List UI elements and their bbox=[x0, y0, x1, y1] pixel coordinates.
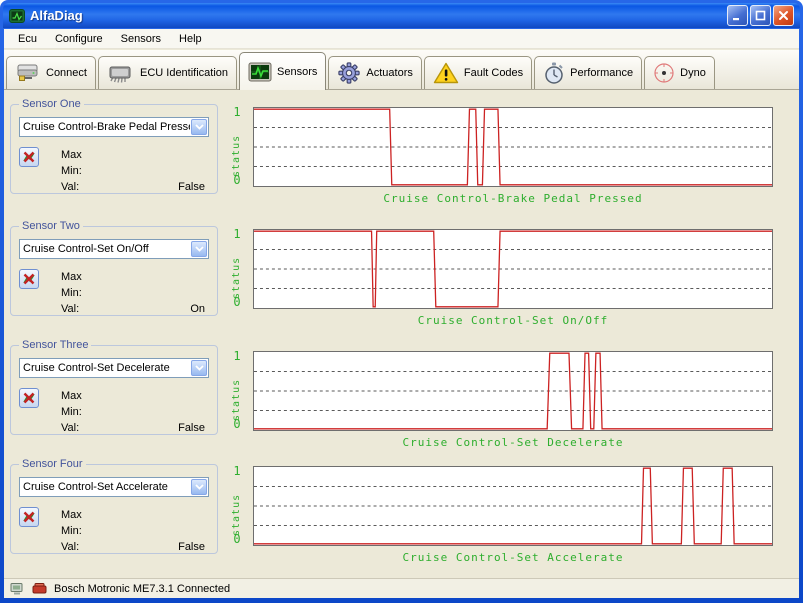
menu-help[interactable]: Help bbox=[171, 31, 210, 47]
gauge-icon bbox=[653, 62, 675, 84]
close-icon bbox=[778, 10, 789, 21]
maximize-button[interactable] bbox=[750, 5, 771, 26]
stopwatch-icon bbox=[543, 62, 565, 84]
oscilloscope-icon bbox=[248, 62, 272, 82]
chart-set-accelerate: 1 status 0 Cruise Control-Set Accelerate bbox=[4, 466, 799, 570]
toolbar: Connect ECU Identification Sensors Actua… bbox=[4, 50, 799, 90]
y-axis-label: status bbox=[231, 476, 242, 536]
status-text: Bosch Motronic ME7.3.1 Connected bbox=[54, 583, 230, 595]
main-content: Sensor One Cruise Control-Brake Pedal Pr… bbox=[4, 90, 799, 578]
tab-label: Dyno bbox=[680, 67, 706, 79]
minimize-icon bbox=[732, 10, 743, 21]
status-bar: Bosch Motronic ME7.3.1 Connected bbox=[4, 578, 799, 598]
connection-icon bbox=[10, 582, 26, 596]
menu-sensors[interactable]: Sensors bbox=[113, 31, 169, 47]
group-title: Sensor Three bbox=[19, 339, 91, 351]
menu-ecu[interactable]: Ecu bbox=[10, 31, 45, 47]
gear-icon bbox=[337, 62, 361, 84]
chart-title: Cruise Control-Set On/Off bbox=[253, 314, 773, 327]
warning-icon bbox=[433, 62, 459, 84]
tab-sensors[interactable]: Sensors bbox=[239, 52, 326, 90]
title-bar: AlfaDiag bbox=[3, 3, 800, 28]
tab-fault-codes[interactable]: Fault Codes bbox=[424, 56, 532, 89]
tab-actuators[interactable]: Actuators bbox=[328, 56, 421, 89]
drive-icon bbox=[15, 63, 41, 83]
app-window: AlfaDiag Ecu Configure Sensors Help bbox=[0, 0, 803, 603]
app-icon bbox=[9, 9, 25, 23]
y-tick-bottom: 0 bbox=[228, 173, 246, 187]
app-body: Ecu Configure Sensors Help Connect ECU I… bbox=[4, 29, 799, 598]
maximize-icon bbox=[755, 10, 766, 21]
tab-connect[interactable]: Connect bbox=[6, 56, 96, 89]
tab-label: Fault Codes bbox=[464, 67, 523, 79]
chart-plot-area bbox=[253, 351, 773, 431]
chart-plot-area bbox=[253, 107, 773, 187]
chart-plot-area bbox=[253, 466, 773, 546]
y-tick-bottom: 0 bbox=[228, 532, 246, 546]
tab-label: Actuators bbox=[366, 67, 412, 79]
tab-label: Connect bbox=[46, 67, 87, 79]
y-axis-label: status bbox=[231, 361, 242, 421]
minimize-button[interactable] bbox=[727, 5, 748, 26]
tab-dyno[interactable]: Dyno bbox=[644, 56, 715, 89]
tab-label: ECU Identification bbox=[140, 67, 228, 79]
chart-set-on-off: 1 status 0 Cruise Control-Set On/Off bbox=[4, 229, 799, 333]
chart-title: Cruise Control-Brake Pedal Pressed bbox=[253, 192, 773, 205]
chip-icon bbox=[107, 63, 135, 83]
tab-label: Sensors bbox=[277, 66, 317, 78]
tab-label: Performance bbox=[570, 67, 633, 79]
chart-title: Cruise Control-Set Decelerate bbox=[253, 436, 773, 449]
y-axis-label: status bbox=[231, 117, 242, 177]
screenshot-root: AlfaDiag Ecu Configure Sensors Help bbox=[0, 0, 803, 603]
chart-plot-area bbox=[253, 229, 773, 309]
chart-set-decelerate: 1 status 0 Cruise Control-Set Decelerate bbox=[4, 351, 799, 455]
ecu-icon bbox=[32, 582, 48, 595]
tab-ecu-identification[interactable]: ECU Identification bbox=[98, 56, 237, 89]
chart-title: Cruise Control-Set Accelerate bbox=[253, 551, 773, 564]
window-title: AlfaDiag bbox=[30, 8, 83, 23]
y-axis-label: status bbox=[231, 239, 242, 299]
menu-bar: Ecu Configure Sensors Help bbox=[4, 29, 799, 49]
y-tick-bottom: 0 bbox=[228, 295, 246, 309]
chart-brake-pedal: 1 status 0 Cruise Control-Brake Pedal Pr… bbox=[4, 107, 799, 211]
y-tick-bottom: 0 bbox=[228, 417, 246, 431]
tab-performance[interactable]: Performance bbox=[534, 56, 642, 89]
close-button[interactable] bbox=[773, 5, 794, 26]
menu-configure[interactable]: Configure bbox=[47, 31, 111, 47]
